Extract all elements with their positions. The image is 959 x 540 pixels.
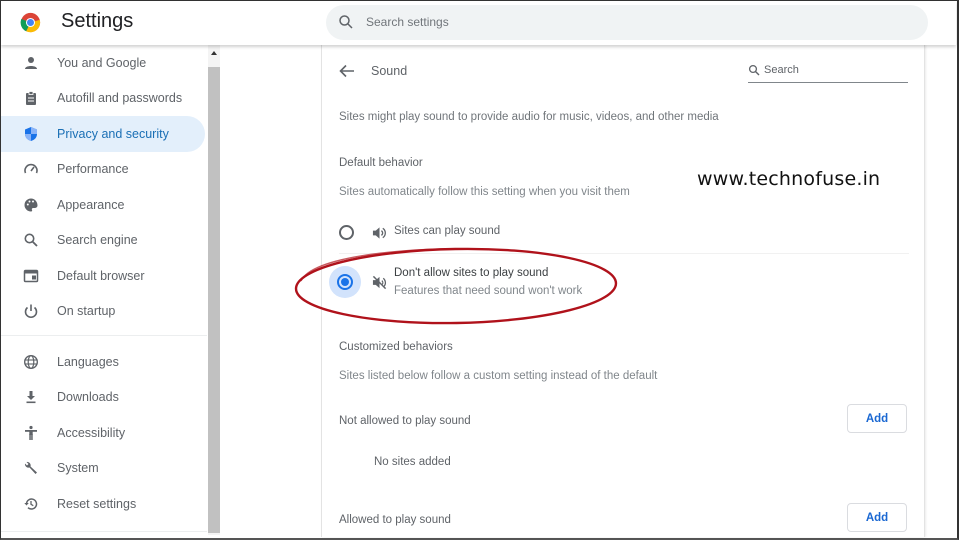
top-bar: Settings	[1, 1, 956, 45]
sidebar-item-accessibility[interactable]: Accessibility	[1, 415, 205, 451]
sidebar-item-label: Downloads	[57, 390, 119, 404]
volume-off-icon	[372, 275, 387, 290]
download-icon	[22, 388, 40, 406]
sidebar-item-label: Performance	[57, 162, 129, 176]
no-sites-added-text: No sites added	[374, 456, 451, 468]
power-icon	[22, 302, 40, 320]
sidebar-item-label: System	[57, 461, 99, 475]
add-not-allowed-site-button[interactable]: Add	[847, 404, 907, 433]
clipboard-icon	[22, 89, 40, 107]
sidebar-item-autofill[interactable]: Autofill and passwords	[1, 80, 205, 116]
page-title: Sound	[371, 64, 408, 78]
sidebar-item-label: Reset settings	[57, 497, 137, 511]
sidebar-item-reset-settings[interactable]: Reset settings	[1, 486, 205, 522]
sidebar-item-search-engine[interactable]: Search engine	[1, 222, 205, 258]
customized-behaviors-heading: Customized behaviors	[339, 341, 453, 353]
search-icon	[748, 64, 760, 76]
app-title: Settings	[61, 10, 134, 32]
settings-search-box[interactable]	[326, 5, 928, 40]
customized-behaviors-subtext: Sites listed below follow a custom setti…	[339, 370, 658, 382]
sidebar-item-label: Default browser	[57, 269, 145, 283]
radio-sites-can-play-sound[interactable]	[339, 225, 354, 240]
sidebar-item-label: On startup	[57, 304, 116, 318]
sidebar-divider	[1, 531, 207, 532]
option-label: Sites can play sound	[394, 225, 501, 237]
radio-dont-allow-sound[interactable]	[337, 274, 353, 290]
speedometer-icon	[22, 160, 40, 178]
option-divider	[339, 253, 909, 254]
not-allowed-list-label: Not allowed to play sound	[339, 415, 471, 427]
sidebar-item-label: Privacy and security	[57, 127, 169, 141]
sidebar-item-system[interactable]: System	[1, 450, 205, 486]
add-allowed-site-button[interactable]: Add	[847, 503, 907, 532]
option-sites-can-play-sound[interactable]: Sites can play sound	[339, 223, 639, 243]
settings-search-input[interactable]	[366, 11, 906, 33]
scrollbar-thumb[interactable]	[208, 67, 220, 533]
allowed-list-label: Allowed to play sound	[339, 514, 451, 526]
browser-window-icon	[22, 267, 40, 285]
sidebar-item-you-and-google[interactable]: You and Google	[1, 45, 205, 81]
sidebar-item-label: You and Google	[57, 56, 147, 70]
sidebar-item-label: Autofill and passwords	[57, 91, 183, 105]
sidebar-item-default-browser[interactable]: Default browser	[1, 258, 205, 294]
radio-dont-allow-sound-focus-ring[interactable]	[329, 266, 361, 298]
sidebar-item-label: Accessibility	[57, 426, 126, 440]
search-icon	[339, 15, 353, 29]
volume-icon	[372, 227, 386, 239]
option-label: Don't allow sites to play sound	[394, 267, 549, 279]
sound-settings-card: Sound Sites might play sound to provide …	[321, 45, 925, 537]
sidebar-item-on-startup[interactable]: On startup	[1, 293, 205, 329]
wrench-icon	[22, 459, 40, 477]
sidebar-scrollbar[interactable]	[208, 45, 220, 535]
default-behavior-subtext: Sites automatically follow this setting …	[339, 186, 630, 198]
sidebar-item-languages[interactable]: Languages	[1, 344, 205, 380]
sidebar-item-downloads[interactable]: Downloads	[1, 379, 205, 415]
sidebar-item-label: Languages	[57, 355, 119, 369]
sidebar: You and Google Autofill and passwords Pr…	[1, 45, 208, 535]
globe-icon	[22, 353, 40, 371]
default-behavior-heading: Default behavior	[339, 157, 423, 169]
sidebar-item-label: Appearance	[57, 198, 125, 212]
sound-search-input[interactable]	[764, 61, 904, 79]
palette-icon	[22, 196, 40, 214]
search-icon	[22, 231, 40, 249]
shield-icon	[22, 125, 40, 143]
sidebar-item-appearance[interactable]: Appearance	[1, 187, 205, 223]
sidebar-item-privacy-and-security[interactable]: Privacy and security	[1, 116, 205, 152]
sound-search-field[interactable]	[748, 59, 908, 83]
option-sublabel: Features that need sound won't work	[394, 285, 583, 297]
watermark-text: www.technofuse.in	[697, 168, 881, 190]
person-icon	[22, 54, 40, 72]
reset-history-icon	[22, 495, 40, 513]
chrome-logo-icon	[20, 12, 41, 33]
accessibility-icon	[22, 424, 40, 442]
sidebar-item-performance[interactable]: Performance	[1, 151, 205, 187]
sidebar-item-label: Search engine	[57, 233, 138, 247]
page-description: Sites might play sound to provide audio …	[339, 111, 719, 123]
scroll-up-arrow-icon[interactable]	[211, 51, 217, 55]
back-arrow-icon[interactable]	[339, 64, 355, 78]
sidebar-divider	[1, 335, 207, 336]
